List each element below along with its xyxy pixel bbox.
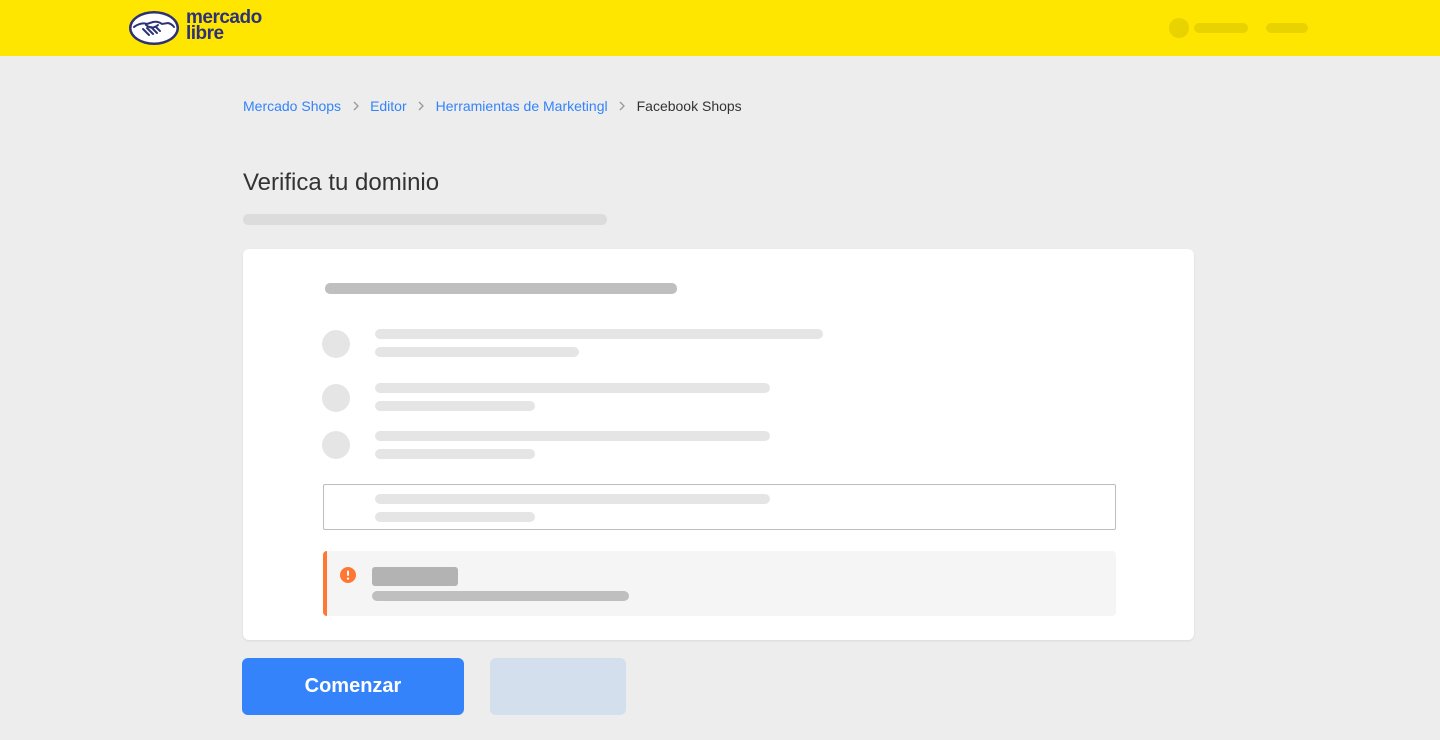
user-name-placeholder[interactable] (1194, 23, 1248, 33)
comenzar-button[interactable]: Comenzar (242, 658, 464, 715)
notice-title-placeholder (372, 567, 458, 586)
user-avatar-placeholder[interactable] (1169, 18, 1189, 38)
card-heading-placeholder (325, 283, 677, 294)
warning-notice (323, 551, 1116, 616)
step-2-desc-placeholder (375, 401, 535, 411)
breadcrumb-link-herramientas[interactable]: Herramientas de Marketingl (436, 98, 608, 114)
breadcrumb-current: Facebook Shops (636, 98, 742, 114)
content-card (243, 249, 1194, 640)
step-1-indicator (322, 330, 350, 358)
secondary-button-placeholder[interactable] (490, 658, 626, 715)
step-2-indicator (322, 384, 350, 412)
top-header: mercado libre (0, 0, 1440, 56)
page-title: Verifica tu dominio (243, 169, 440, 196)
logo-wordmark: mercado libre (186, 8, 262, 44)
notice-accent-bar (323, 551, 327, 616)
subtitle-placeholder (243, 214, 607, 225)
warning-icon (340, 567, 356, 583)
breadcrumb-link-editor[interactable]: Editor (370, 98, 407, 114)
domain-field-line1-placeholder (375, 494, 770, 504)
notice-text-placeholder (372, 591, 629, 601)
breadcrumb-link-mercado-shops[interactable]: Mercado Shops (243, 98, 341, 114)
chevron-right-icon (341, 101, 370, 111)
domain-field-box[interactable] (323, 484, 1116, 530)
step-3-indicator (322, 431, 350, 459)
step-2-title-placeholder (375, 383, 770, 393)
breadcrumb: Mercado Shops Editor Herramientas de Mar… (243, 97, 742, 115)
domain-field-line2-placeholder (375, 512, 535, 522)
header-link-placeholder[interactable] (1266, 23, 1308, 33)
step-3-desc-placeholder (375, 449, 535, 459)
handshake-logo-icon (129, 11, 179, 45)
step-1-desc-placeholder (375, 347, 579, 357)
step-3-title-placeholder (375, 431, 770, 441)
mercado-libre-logo[interactable]: mercado libre (128, 8, 268, 47)
chevron-right-icon (407, 101, 436, 111)
step-1-title-placeholder (375, 329, 823, 339)
logo-text-line2: libre (186, 23, 224, 44)
chevron-right-icon (608, 101, 637, 111)
